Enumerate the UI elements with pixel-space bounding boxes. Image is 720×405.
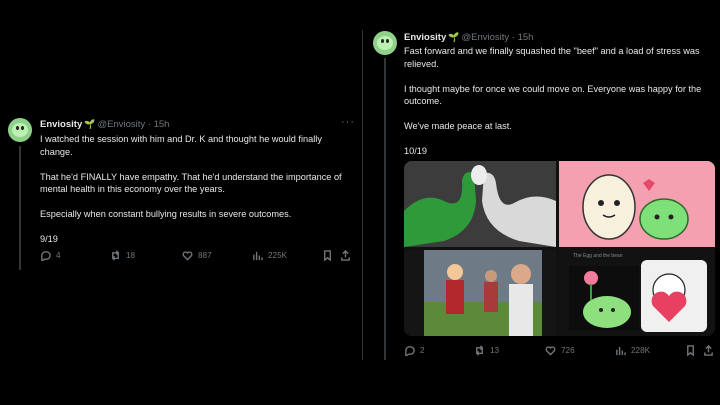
- bookmark-button[interactable]: [685, 345, 703, 356]
- view-count: 228K: [631, 346, 651, 355]
- repost-button[interactable]: 13: [474, 345, 545, 356]
- like-count: 887: [198, 251, 212, 260]
- tweet-paragraph: Fast forward and we finally squashed the…: [404, 46, 700, 69]
- media-image[interactable]: [404, 250, 556, 336]
- reply-icon: [41, 251, 51, 261]
- separator: ·: [147, 119, 151, 130]
- egg-bean-screenshot-image: [559, 250, 715, 336]
- views-icon: [616, 346, 626, 356]
- media-caption: The Egg and the bean: [573, 253, 623, 259]
- reply-button[interactable]: 4: [40, 250, 110, 261]
- more-icon[interactable]: ···: [341, 116, 355, 128]
- timestamp[interactable]: 15h: [154, 119, 170, 130]
- media-image[interactable]: [559, 161, 715, 247]
- separator: ·: [511, 32, 515, 43]
- repost-icon: [475, 345, 484, 356]
- group-photo-image: [404, 250, 556, 336]
- egg-and-bean-image: [559, 161, 715, 247]
- tweet-text: Fast forward and we finally squashed the…: [404, 45, 714, 170]
- media-image[interactable]: The Egg and the bean: [559, 250, 715, 336]
- repost-count: 13: [490, 346, 500, 355]
- tweet-header: Enviosity 🌱 @Enviosity · 15h: [40, 119, 169, 130]
- display-name[interactable]: Enviosity: [40, 119, 82, 130]
- reply-icon: [405, 346, 415, 356]
- repost-icon: [111, 250, 120, 261]
- like-button[interactable]: 726: [545, 345, 615, 356]
- tweet-paragraph: Especially when constant bullying result…: [40, 209, 292, 220]
- tweet-paragraph: I watched the session with him and Dr. K…: [40, 134, 322, 157]
- thread-line: [384, 58, 386, 360]
- tweet-paragraph: 9/19: [40, 234, 58, 245]
- tweet-header: Enviosity 🌱 @Enviosity · 15h: [404, 32, 533, 43]
- action-bar: 4 18 887 225K: [40, 250, 352, 261]
- avatar[interactable]: [8, 118, 32, 142]
- column-divider: [362, 30, 363, 360]
- tweet-paragraph: We've made peace at last.: [404, 121, 512, 132]
- bookmark-icon: [324, 250, 331, 261]
- tweet-paragraph: I thought maybe for once we could move o…: [404, 83, 702, 107]
- media-image[interactable]: [404, 161, 556, 247]
- share-button[interactable]: [703, 345, 714, 356]
- sprout-icon: 🌱: [84, 119, 96, 129]
- tweet-paragraph: 10/19: [404, 146, 427, 157]
- media-grid[interactable]: The Egg and the bean: [404, 161, 715, 336]
- display-name[interactable]: Enviosity: [404, 32, 446, 43]
- like-icon: [545, 346, 556, 356]
- arm-wrestle-image: [404, 161, 556, 247]
- thread-line: [19, 146, 21, 270]
- views-button[interactable]: 225K: [252, 250, 322, 261]
- reply-count: 4: [56, 251, 61, 260]
- handle[interactable]: @Enviosity: [461, 32, 509, 43]
- reply-button[interactable]: 2: [404, 345, 474, 356]
- handle[interactable]: @Enviosity: [97, 119, 145, 130]
- view-count: 225K: [268, 251, 288, 260]
- sprout-icon: 🌱: [448, 32, 460, 42]
- views-icon: [253, 251, 263, 261]
- like-button[interactable]: 887: [182, 250, 252, 261]
- reply-count: 2: [420, 346, 425, 355]
- bookmark-icon: [687, 345, 694, 356]
- share-icon: [341, 250, 350, 261]
- tweet-paragraph: That he'd FINALLY have empathy. That he'…: [40, 171, 342, 195]
- like-icon: [182, 251, 193, 261]
- avatar[interactable]: [373, 31, 397, 55]
- repost-button[interactable]: 18: [110, 250, 182, 261]
- bookmark-button[interactable]: [322, 250, 340, 261]
- share-icon: [704, 345, 713, 356]
- action-bar: 2 13 726 228K: [404, 345, 716, 356]
- like-count: 726: [561, 346, 575, 355]
- tweet-text: I watched the session with him and Dr. K…: [40, 133, 352, 258]
- share-button[interactable]: [340, 250, 351, 261]
- timestamp[interactable]: 15h: [518, 32, 534, 43]
- repost-count: 18: [126, 251, 136, 260]
- views-button[interactable]: 228K: [615, 345, 685, 356]
